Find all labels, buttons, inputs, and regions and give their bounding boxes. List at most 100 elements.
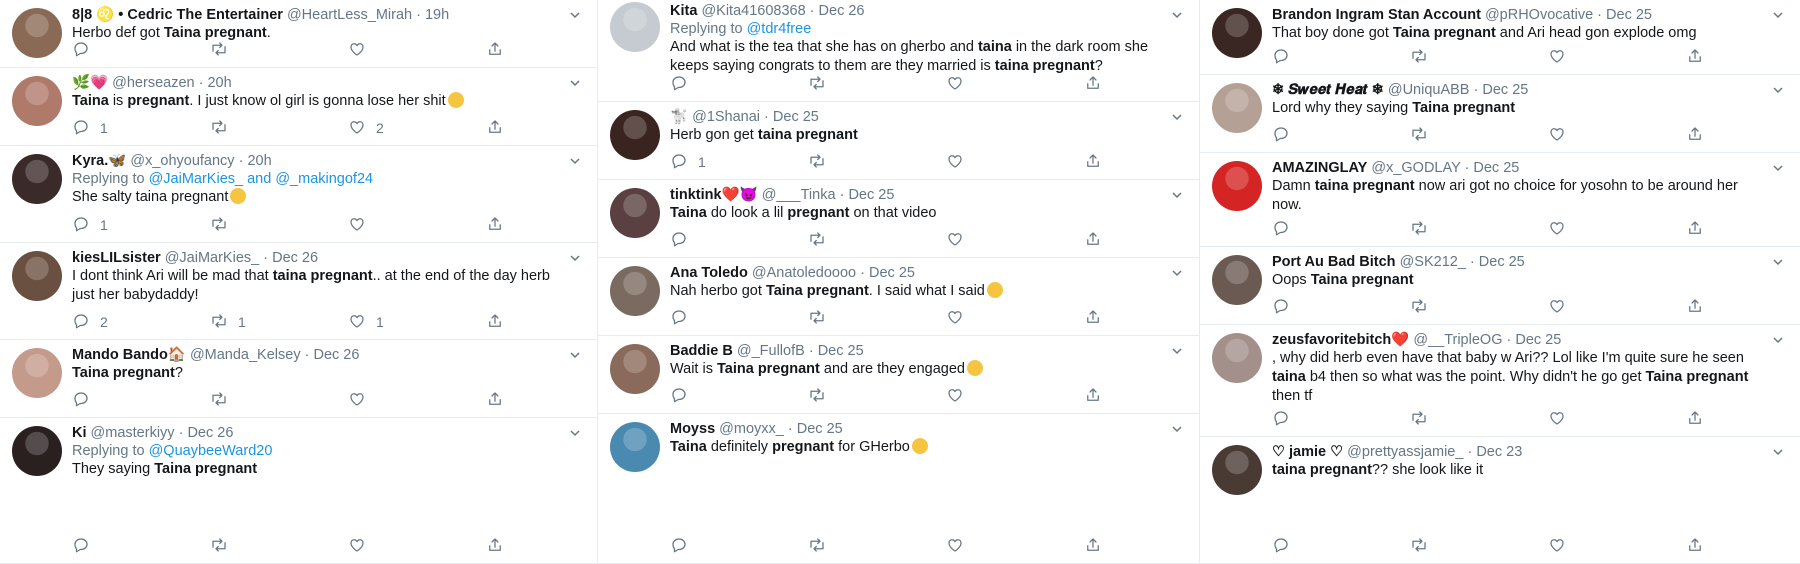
like-button[interactable] (1548, 297, 1686, 318)
reply-button[interactable] (1272, 125, 1410, 146)
chevron-down-icon[interactable] (1171, 188, 1183, 200)
retweet-button[interactable] (1410, 297, 1548, 318)
reply-button[interactable] (72, 536, 210, 557)
retweet-button[interactable] (808, 152, 946, 173)
share-button[interactable] (1084, 74, 1199, 95)
retweet-button[interactable] (1410, 409, 1548, 430)
user-name[interactable]: Kita (670, 3, 697, 19)
retweet-button[interactable] (808, 386, 946, 407)
user-handle[interactable]: @JaiMarKies_ (165, 250, 260, 266)
timestamp[interactable]: Dec 25 (1482, 82, 1528, 98)
like-button[interactable] (348, 215, 486, 236)
timestamp[interactable]: Dec 26 (272, 250, 318, 266)
user-name[interactable]: Port Au Bad Bitch (1272, 254, 1396, 270)
share-button[interactable] (1084, 152, 1199, 173)
timestamp[interactable]: Dec 25 (869, 265, 915, 281)
retweet-button[interactable] (1410, 219, 1548, 240)
like-button[interactable] (946, 536, 1084, 557)
retweet-button[interactable] (210, 390, 348, 411)
user-handle[interactable]: @prettyassjamie_ (1347, 444, 1463, 460)
reply-button[interactable] (670, 536, 808, 557)
mention-link[interactable]: @tdr4free (747, 21, 812, 37)
user-name[interactable]: Ana Toledo (670, 265, 748, 281)
like-button[interactable]: 1 (348, 312, 486, 333)
tweet[interactable]: 🌿💗 @herseazen · 20h Taina is pregnant. I … (0, 68, 597, 146)
like-button[interactable] (946, 230, 1084, 251)
chevron-down-icon[interactable] (1772, 161, 1784, 173)
tweet[interactable]: ❄ 𝑺𝒘𝒆𝒆𝒕 𝑯𝒆𝒂𝒕 ❄ @UniquABB · Dec 25 Lord wh… (1200, 75, 1800, 153)
share-button[interactable] (1084, 386, 1199, 407)
user-name[interactable]: 🌿💗 (72, 75, 108, 91)
timestamp[interactable]: 19h (425, 7, 449, 23)
like-button[interactable] (946, 152, 1084, 173)
user-handle[interactable]: @1Shanai (692, 109, 760, 125)
like-button[interactable] (1548, 536, 1686, 557)
avatar[interactable] (610, 110, 660, 160)
user-name[interactable]: Mando Bando🏠 (72, 347, 186, 363)
like-button[interactable] (1548, 409, 1686, 430)
chevron-down-icon[interactable] (1171, 266, 1183, 278)
avatar[interactable] (1212, 333, 1262, 383)
chevron-down-icon[interactable] (569, 76, 581, 88)
tweet[interactable]: tinktink❤️😈 @___Tinka · Dec 25 Taina do l… (598, 180, 1199, 258)
tweet[interactable]: Moyss @moyxx_ · Dec 25 Taina definitely p… (598, 414, 1199, 564)
chevron-down-icon[interactable] (1772, 333, 1784, 345)
timestamp[interactable]: Dec 25 (797, 421, 843, 437)
like-button[interactable] (1548, 47, 1686, 68)
reply-button[interactable]: 1 (670, 152, 808, 173)
reply-button[interactable] (72, 40, 210, 61)
chevron-down-icon[interactable] (569, 8, 581, 20)
share-button[interactable] (1686, 47, 1800, 68)
like-button[interactable] (348, 40, 486, 61)
retweet-button[interactable] (1410, 125, 1548, 146)
share-button[interactable] (1686, 125, 1800, 146)
retweet-button[interactable] (808, 536, 946, 557)
user-handle[interactable]: @_FullofB (737, 343, 805, 359)
like-button[interactable] (946, 308, 1084, 329)
tweet[interactable]: Brandon Ingram Stan Account @pRHOvocativ… (1200, 0, 1800, 75)
user-handle[interactable]: @UniquABB (1388, 82, 1470, 98)
share-button[interactable] (1686, 297, 1800, 318)
avatar[interactable] (610, 188, 660, 238)
mention-link[interactable]: @JaiMarKies_ and @_makingof24 (149, 171, 374, 187)
timestamp[interactable]: Dec 25 (773, 109, 819, 125)
share-button[interactable] (486, 40, 597, 61)
timestamp[interactable]: Dec 25 (1606, 7, 1652, 23)
user-handle[interactable]: @HeartLess_Mirah (287, 7, 412, 23)
user-name[interactable]: kiesLILsister (72, 250, 161, 266)
chevron-down-icon[interactable] (569, 154, 581, 166)
reply-button[interactable] (670, 230, 808, 251)
user-name[interactable]: 8|8 ♌ • Cedric The Entertainer (72, 7, 283, 23)
user-handle[interactable]: @Manda_Kelsey (190, 347, 301, 363)
chevron-down-icon[interactable] (1171, 110, 1183, 122)
retweet-button[interactable] (210, 118, 348, 139)
reply-button[interactable] (1272, 297, 1410, 318)
user-handle[interactable]: @Kita41608368 (701, 3, 805, 19)
user-name[interactable]: Baddie B (670, 343, 733, 359)
tweet[interactable]: Mando Bando🏠 @Manda_Kelsey · Dec 26 Taina… (0, 340, 597, 418)
tweet[interactable]: Kita @Kita41608368 · Dec 26 Replying to @… (598, 0, 1199, 102)
chevron-down-icon[interactable] (1772, 8, 1784, 20)
tweet[interactable]: 8|8 ♌ • Cedric The Entertainer @HeartLes… (0, 0, 597, 68)
timestamp[interactable]: Dec 25 (1515, 332, 1561, 348)
tweet[interactable]: Baddie B @_FullofB · Dec 25 Wait is Taina… (598, 336, 1199, 414)
reply-button[interactable] (1272, 219, 1410, 240)
share-button[interactable] (1686, 219, 1800, 240)
user-handle[interactable]: @Anatoledoooo (752, 265, 856, 281)
user-handle[interactable]: @x_ohyoufancy (130, 153, 234, 169)
reply-button[interactable]: 2 (72, 312, 210, 333)
avatar[interactable] (1212, 8, 1262, 58)
avatar[interactable] (610, 422, 660, 472)
user-handle[interactable]: @___Tinka (762, 187, 836, 203)
share-button[interactable] (1084, 230, 1199, 251)
user-name[interactable]: ❄ 𝑺𝒘𝒆𝒆𝒕 𝑯𝒆𝒂𝒕 ❄ (1272, 82, 1384, 98)
user-name[interactable]: Kyra.🦋 (72, 153, 126, 169)
reply-button[interactable] (670, 74, 808, 95)
timestamp[interactable]: Dec 25 (1473, 160, 1519, 176)
avatar[interactable] (12, 76, 62, 126)
avatar[interactable] (610, 266, 660, 316)
share-button[interactable] (486, 118, 597, 139)
share-button[interactable] (486, 536, 597, 557)
tweet[interactable]: Ana Toledo @Anatoledoooo · Dec 25 Nah her… (598, 258, 1199, 336)
user-name[interactable]: tinktink❤️😈 (670, 187, 758, 203)
